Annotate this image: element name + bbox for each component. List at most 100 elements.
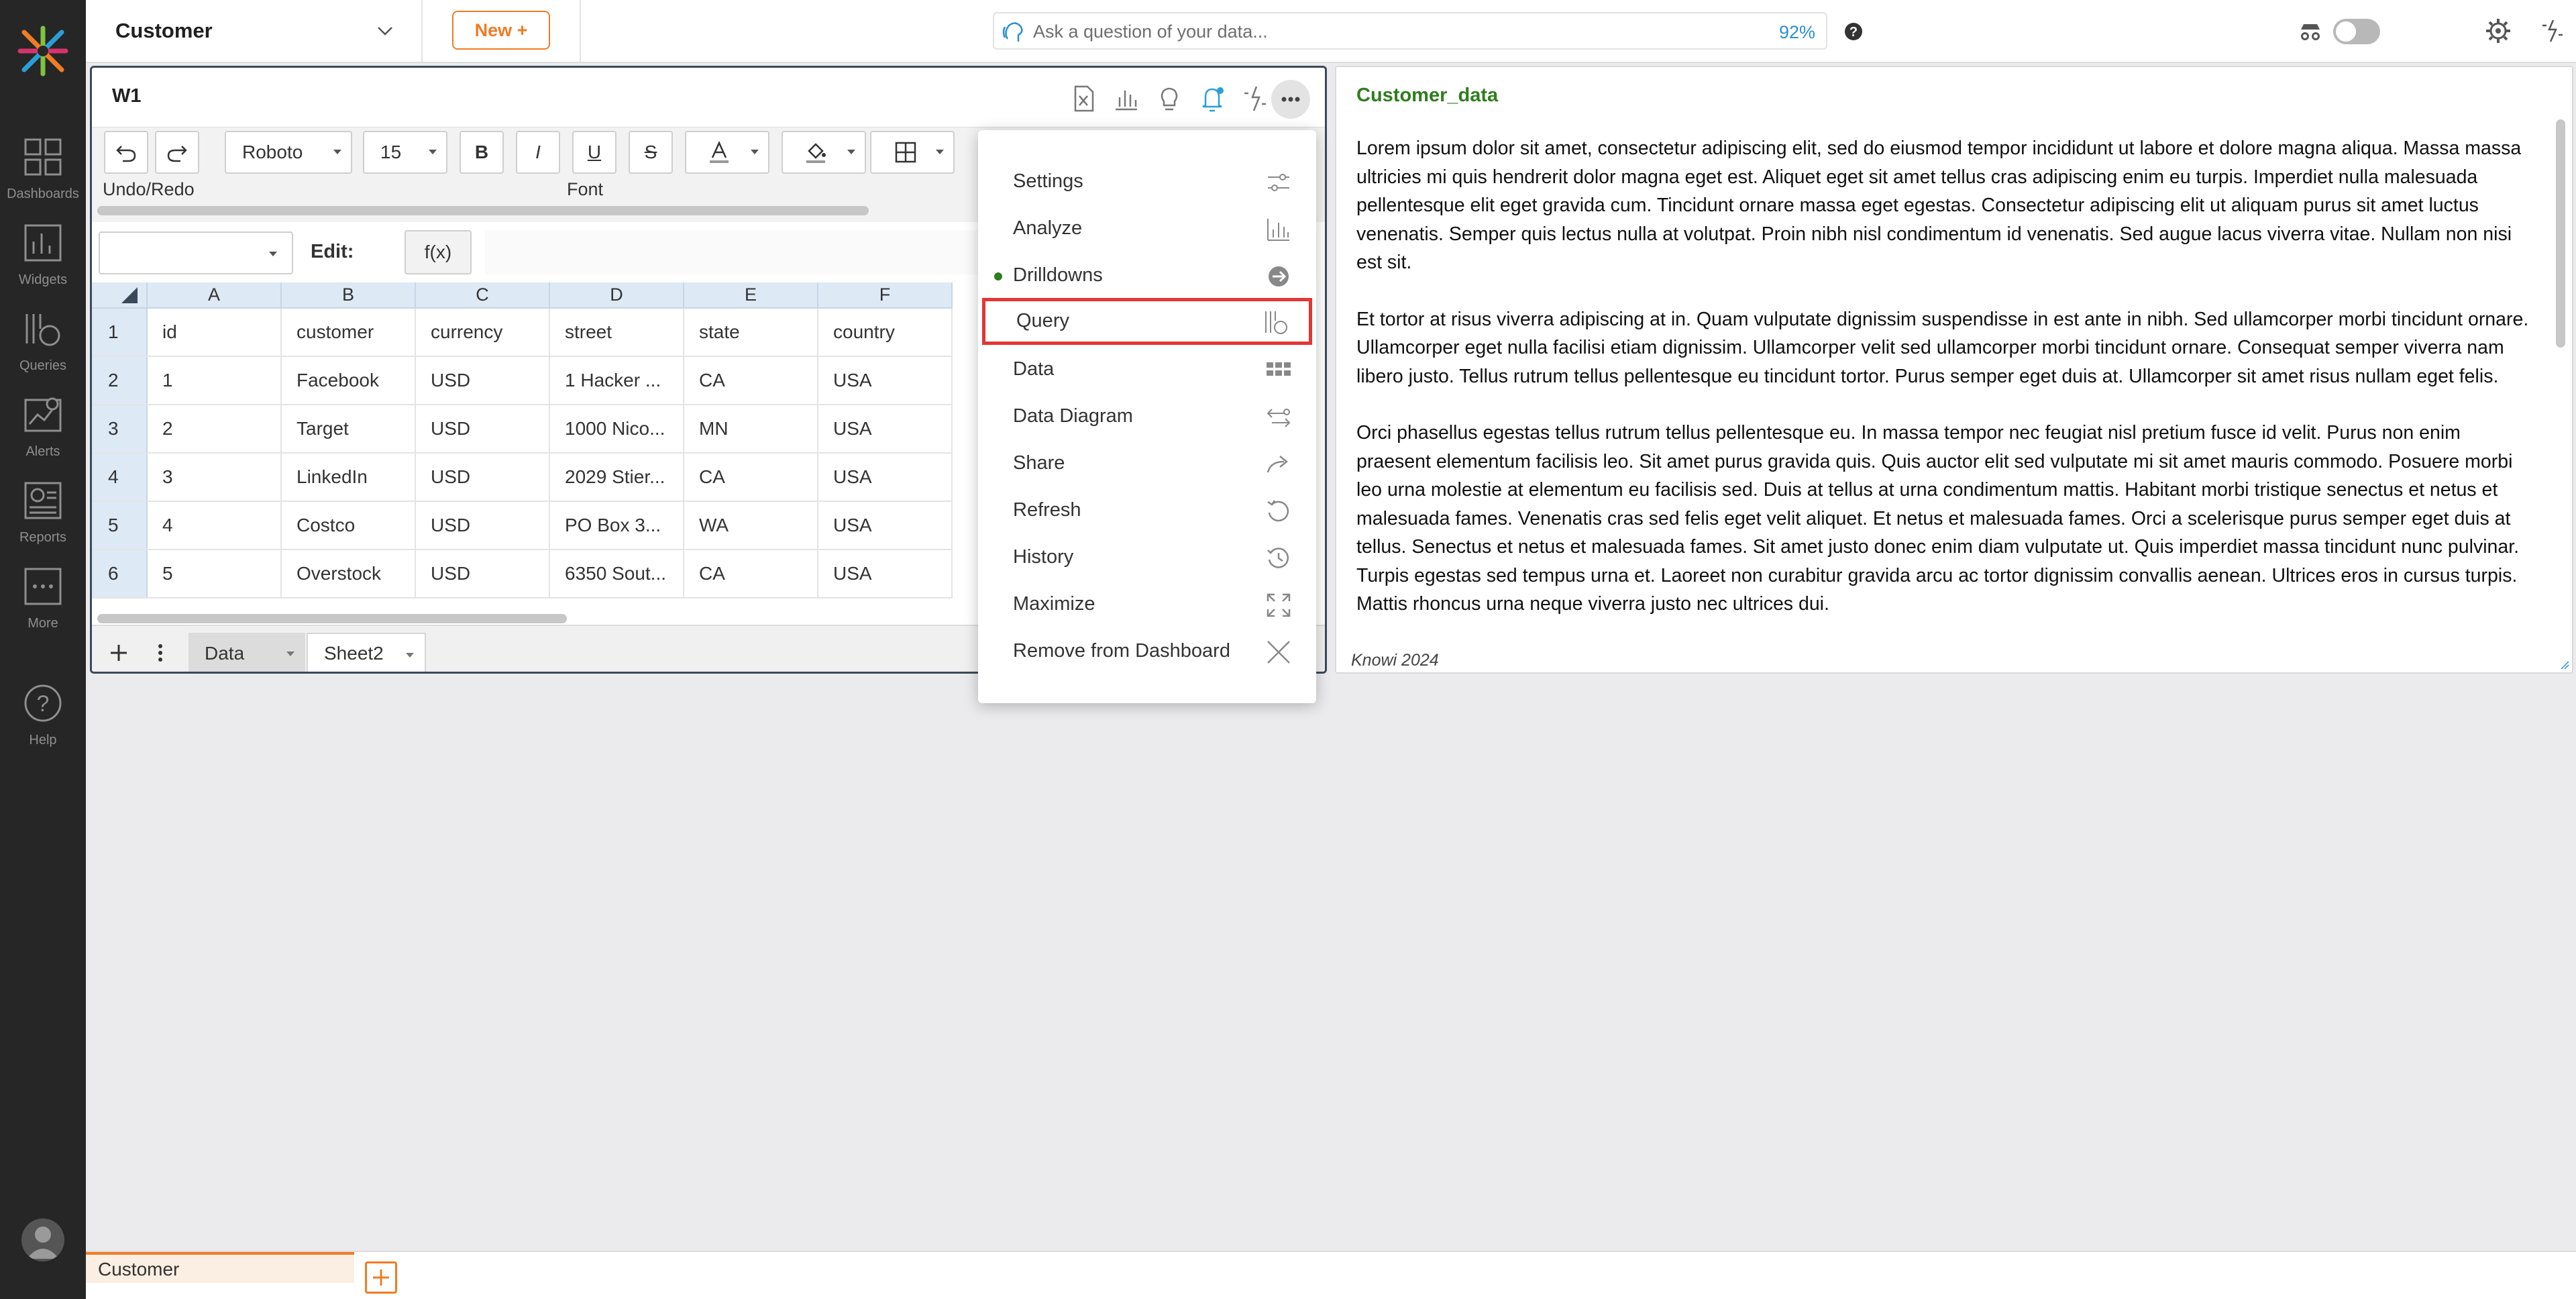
nav-help[interactable]: ? Help xyxy=(0,678,86,758)
table-cell[interactable]: CA xyxy=(684,453,818,502)
incognito-icon[interactable] xyxy=(2297,17,2324,44)
grid-horizontal-scrollbar[interactable] xyxy=(97,614,567,623)
table-cell[interactable]: country xyxy=(818,308,953,357)
sheet-menu-button[interactable] xyxy=(154,641,167,665)
menu-item-history[interactable]: History xyxy=(978,534,1316,581)
bar-chart-icon[interactable] xyxy=(1112,84,1141,113)
table-cell[interactable]: Costco xyxy=(281,501,416,550)
user-avatar[interactable] xyxy=(21,1218,64,1261)
redo-button[interactable] xyxy=(155,131,199,174)
row-header[interactable]: 1 xyxy=(92,308,148,357)
row-header[interactable]: 4 xyxy=(92,453,148,502)
table-cell[interactable]: USD xyxy=(415,501,550,550)
excel-export-icon[interactable] xyxy=(1069,84,1098,113)
menu-item-data-diagram[interactable]: Data Diagram xyxy=(978,393,1316,440)
table-cell[interactable]: WA xyxy=(684,501,818,550)
resize-handle-icon[interactable] xyxy=(2559,659,2569,670)
new-button[interactable]: New + xyxy=(452,11,550,50)
table-cell[interactable]: 1000 Nico... xyxy=(549,405,684,454)
table-cell[interactable]: USA xyxy=(818,405,953,454)
row-header[interactable]: 3 xyxy=(92,405,148,454)
nav-queries[interactable]: Queries xyxy=(0,303,86,384)
select-all-corner[interactable] xyxy=(92,282,148,309)
table-cell[interactable]: USD xyxy=(415,453,550,502)
menu-item-remove-from-dashboard[interactable]: Remove from Dashboard xyxy=(978,628,1316,675)
table-cell[interactable]: USD xyxy=(415,550,550,599)
row-header[interactable]: 6 xyxy=(92,550,148,599)
table-cell[interactable]: Facebook xyxy=(281,356,416,405)
nav-reports[interactable]: Reports xyxy=(0,475,86,556)
table-cell[interactable]: MN xyxy=(684,405,818,454)
menu-item-share[interactable]: Share xyxy=(978,440,1316,487)
column-header[interactable]: A xyxy=(147,282,282,309)
alert-bell-icon[interactable] xyxy=(1197,84,1227,113)
dashboard-tab-customer[interactable]: Customer xyxy=(86,1252,354,1283)
table-cell[interactable]: CA xyxy=(684,550,818,599)
column-header[interactable]: B xyxy=(281,282,416,309)
ask-input[interactable] xyxy=(1033,19,1737,44)
table-cell[interactable]: 1 Hacker ... xyxy=(549,356,684,405)
menu-item-settings[interactable]: Settings xyxy=(978,158,1316,205)
question-circle-icon[interactable]: ? xyxy=(1843,21,1864,42)
menu-item-refresh[interactable]: Refresh xyxy=(978,487,1316,534)
lightbulb-icon[interactable] xyxy=(1155,84,1184,113)
dashboard-title[interactable]: Customer xyxy=(115,19,213,43)
row-header[interactable]: 5 xyxy=(92,501,148,550)
table-cell[interactable]: 2029 Stier... xyxy=(549,453,684,502)
column-header[interactable]: F xyxy=(818,282,953,309)
column-header[interactable]: C xyxy=(415,282,550,309)
ai-sparkle-icon[interactable] xyxy=(1240,84,1270,113)
borders-button[interactable] xyxy=(870,131,955,174)
font-family-select[interactable]: Roboto xyxy=(225,131,352,174)
table-cell[interactable]: PO Box 3... xyxy=(549,501,684,550)
strikethrough-button[interactable]: S xyxy=(629,131,673,174)
table-cell[interactable]: USA xyxy=(818,501,953,550)
bold-button[interactable]: B xyxy=(460,131,504,174)
widget-customer-data[interactable]: Customer_data Lorem ipsum dolor sit amet… xyxy=(1335,66,2573,674)
nav-dashboards[interactable]: Dashboards xyxy=(0,132,86,212)
table-cell[interactable]: street xyxy=(549,308,684,357)
table-cell[interactable]: customer xyxy=(281,308,416,357)
table-cell[interactable]: 5 xyxy=(147,550,282,599)
menu-item-drilldowns[interactable]: Drilldowns xyxy=(978,252,1316,299)
mode-toggle[interactable] xyxy=(2333,19,2380,44)
italic-button[interactable]: I xyxy=(516,131,560,174)
add-sheet-button[interactable] xyxy=(107,641,131,665)
fill-color-button[interactable] xyxy=(782,131,866,174)
ai-sparkle-icon[interactable] xyxy=(2538,17,2565,44)
nav-more[interactable]: More xyxy=(0,561,86,641)
function-button[interactable]: f(x) xyxy=(405,230,472,274)
table-cell[interactable]: USD xyxy=(415,356,550,405)
spreadsheet-grid[interactable]: A B C D E F 1 id customer currency stree… xyxy=(92,282,953,599)
vertical-scrollbar[interactable] xyxy=(2556,119,2565,348)
table-cell[interactable]: USA xyxy=(818,356,953,405)
gear-icon[interactable] xyxy=(2485,17,2512,44)
menu-item-analyze[interactable]: Analyze xyxy=(978,205,1316,252)
nav-widgets[interactable]: Widgets xyxy=(0,217,86,298)
add-dashboard-tab-button[interactable] xyxy=(365,1261,397,1294)
table-cell[interactable]: USA xyxy=(818,550,953,599)
table-cell[interactable]: USA xyxy=(818,453,953,502)
sheet-tab-sheet2[interactable]: Sheet2 xyxy=(307,633,426,672)
table-cell[interactable]: Overstock xyxy=(281,550,416,599)
table-cell[interactable]: 4 xyxy=(147,501,282,550)
ribbon-scrollbar[interactable] xyxy=(97,206,869,215)
table-cell[interactable]: 3 xyxy=(147,453,282,502)
ask-data-box[interactable]: 92% xyxy=(993,12,1827,50)
row-header[interactable]: 2 xyxy=(92,356,148,405)
table-cell[interactable]: 6350 Sout... xyxy=(549,550,684,599)
undo-button[interactable] xyxy=(104,131,148,174)
table-cell[interactable]: 2 xyxy=(147,405,282,454)
chevron-down-icon[interactable] xyxy=(374,20,396,42)
menu-item-data[interactable]: Data xyxy=(978,346,1316,393)
table-cell[interactable]: 1 xyxy=(147,356,282,405)
cell-name-box[interactable] xyxy=(99,231,293,274)
column-header[interactable]: D xyxy=(549,282,684,309)
table-cell[interactable]: CA xyxy=(684,356,818,405)
column-header[interactable]: E xyxy=(684,282,818,309)
table-cell[interactable]: id xyxy=(147,308,282,357)
sheet-tab-data[interactable]: Data xyxy=(189,633,305,672)
knowi-logo[interactable] xyxy=(16,24,70,78)
table-cell[interactable]: currency xyxy=(415,308,550,357)
underline-button[interactable]: U xyxy=(572,131,616,174)
